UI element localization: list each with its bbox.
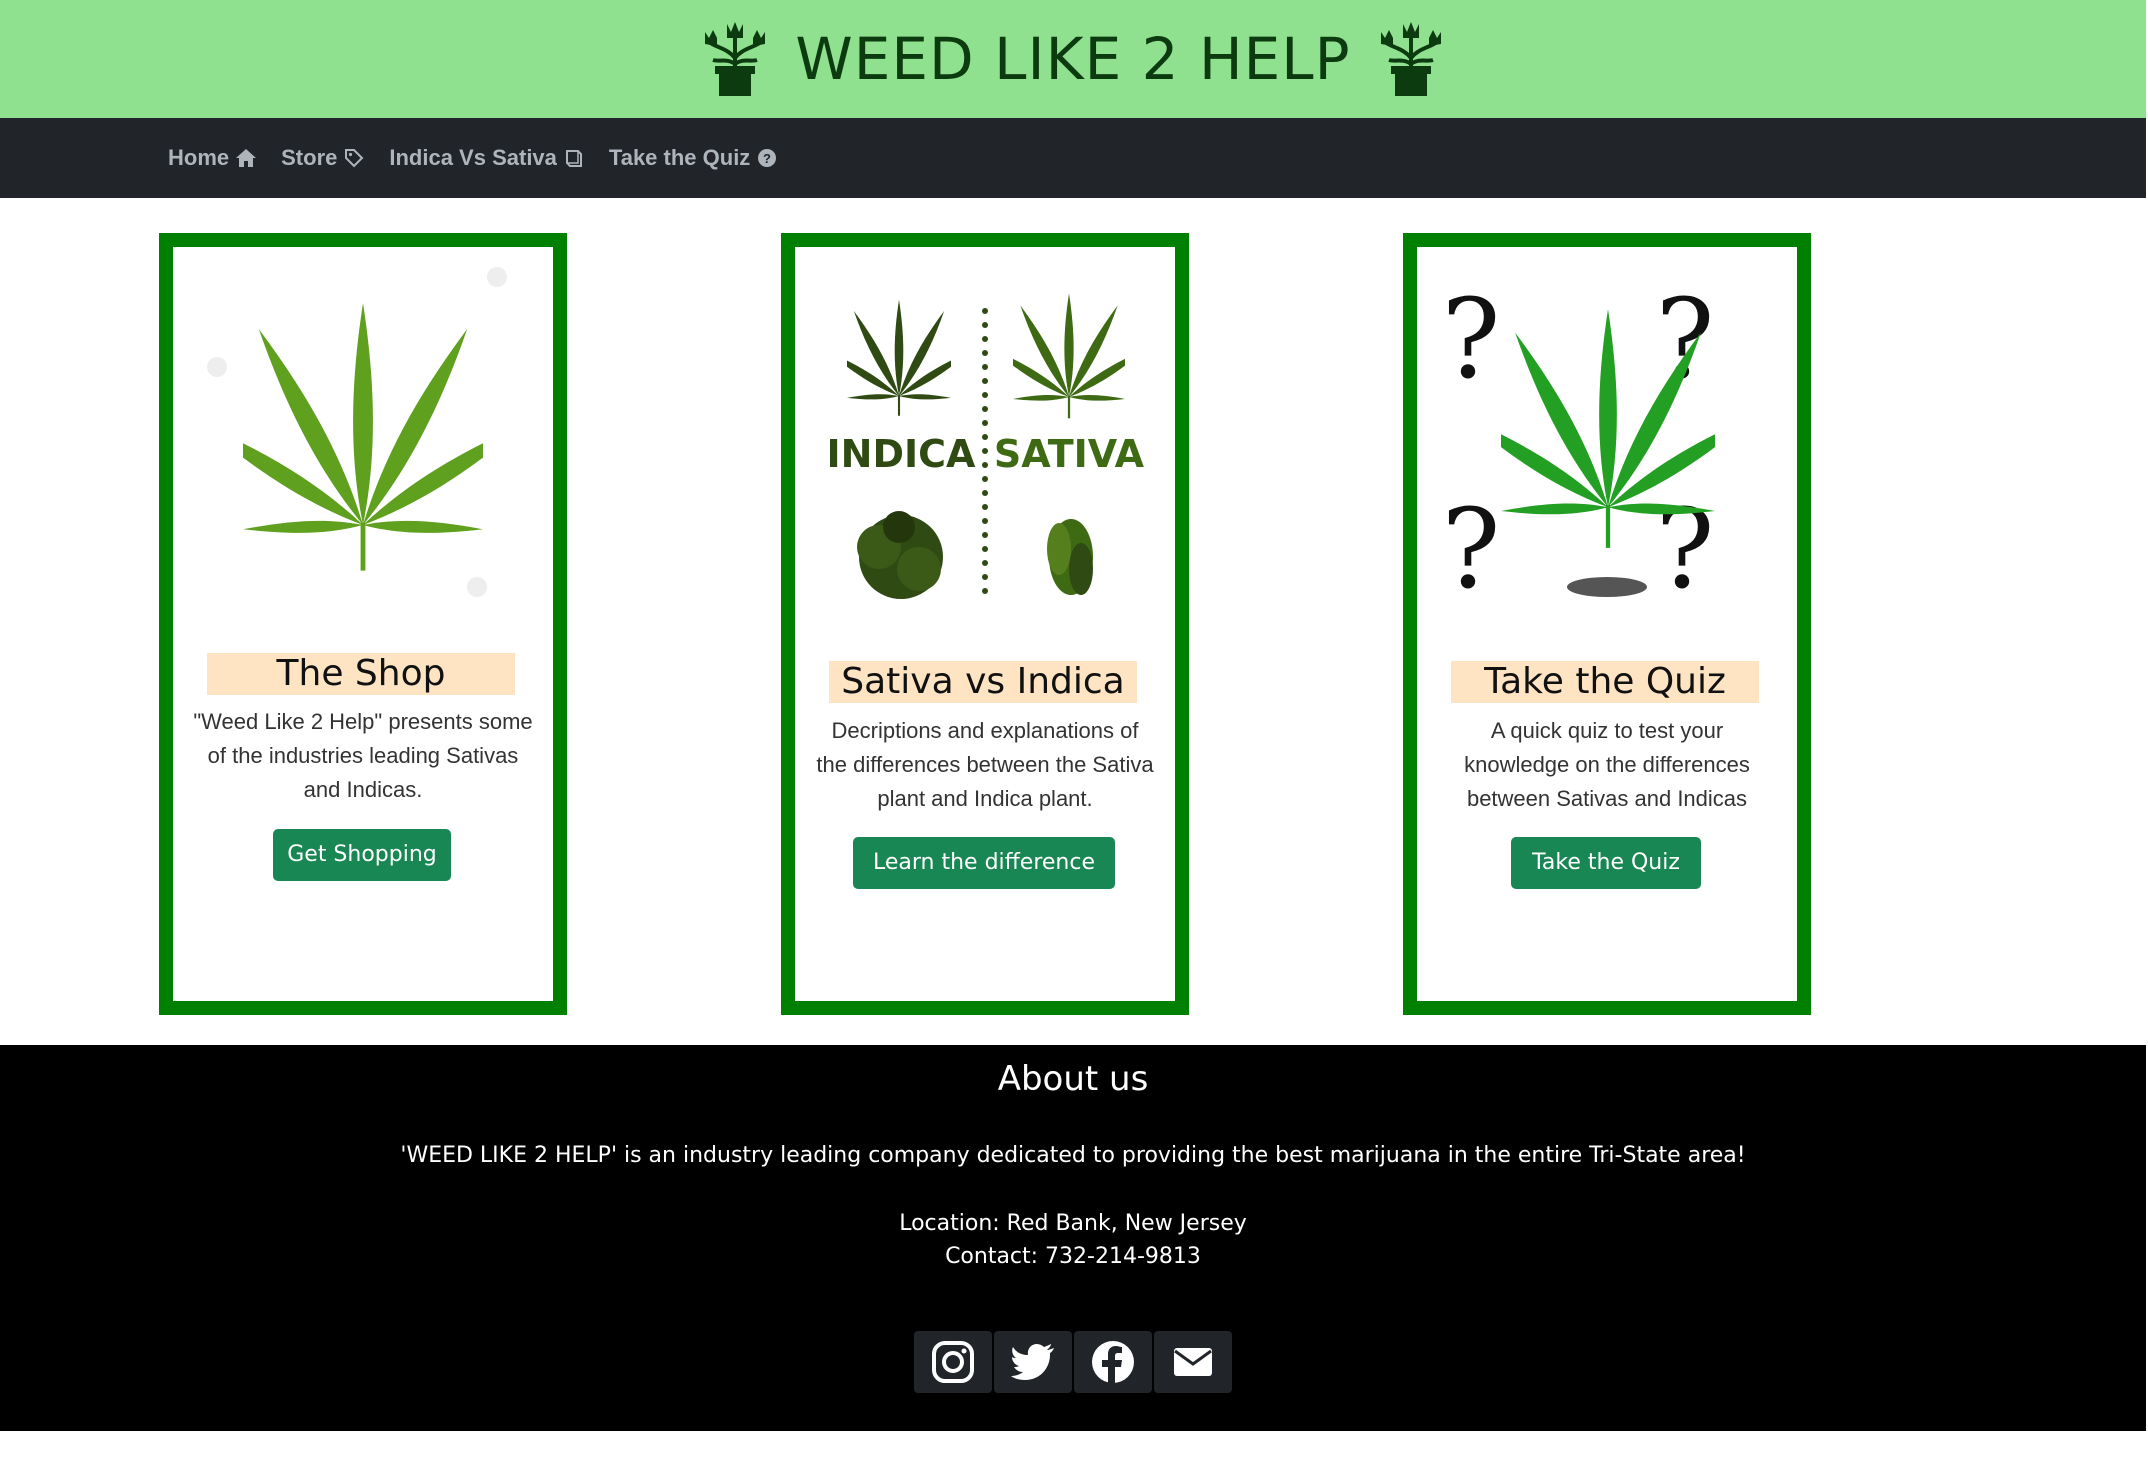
social-links [914, 1331, 1234, 1393]
nav-item-label: Take the Quiz [608, 145, 751, 170]
card-description: Decriptions and explanations of the diff… [816, 718, 1154, 811]
potted-plant-icon [1373, 18, 1449, 100]
card-title: Take the Quiz [1451, 661, 1759, 703]
twitter-button[interactable] [994, 1331, 1072, 1393]
card-description: A quick quiz to test your knowledge on t… [1464, 718, 1750, 811]
card-sativa-vs-indica: INDICA SATIVA Sativa vs Indica Decriptio… [781, 233, 1189, 1015]
card-title: Sativa vs Indica [829, 661, 1137, 703]
nav-item-home[interactable]: Home [168, 145, 257, 171]
svg-text:?: ? [1442, 485, 1501, 613]
cannabis-leaf-image [207, 267, 507, 597]
nav-item-store[interactable]: Store [281, 145, 365, 171]
nav-item-indica-vs-sativa[interactable]: Indica Vs Sativa [389, 145, 585, 171]
email-icon [1174, 1348, 1212, 1376]
card-shop: The Shop "Weed Like 2 Help" presents som… [159, 233, 567, 1015]
card-title: The Shop [207, 653, 515, 695]
svg-text:?: ? [1442, 275, 1501, 403]
card-description: "Weed Like 2 Help" presents some of the … [193, 709, 533, 802]
take-the-quiz-button[interactable]: Take the Quiz [1511, 837, 1701, 889]
nav-item-label: Indica Vs Sativa [389, 145, 557, 170]
site-title: WEED LIKE 2 HELP [795, 25, 1351, 93]
sativa-label: SATIVA [994, 432, 1145, 476]
learn-the-difference-button[interactable]: Learn the difference [853, 837, 1115, 889]
tag-icon [343, 147, 365, 169]
location-text: Location: Red Bank, New Jersey [899, 1211, 1247, 1236]
indica-sativa-comparison-image: INDICA SATIVA [827, 293, 1145, 599]
footer: About us 'WEED LIKE 2 HELP' is an indust… [0, 1045, 2146, 1431]
question-circle-icon: ? [756, 147, 778, 169]
svg-text:?: ? [1656, 275, 1715, 403]
indica-label: INDICA [827, 432, 977, 476]
facebook-icon [1092, 1341, 1134, 1383]
instagram-icon [932, 1341, 974, 1383]
email-button[interactable] [1154, 1331, 1232, 1393]
leaf-with-question-marks-image: ?? ?? [1442, 275, 1715, 613]
site-header: WEED LIKE 2 HELP [0, 0, 2146, 118]
nav-menu: Home Store Indica Vs Sativa Take the Qui… [168, 145, 802, 171]
get-shopping-button[interactable]: Get Shopping [273, 829, 451, 881]
contact-text: Contact: 732-214-9813 [945, 1244, 1201, 1269]
navbar: Home Store Indica Vs Sativa Take the Qui… [0, 118, 2146, 198]
nav-item-label: Home [168, 145, 230, 170]
home-icon [235, 147, 257, 169]
twitter-icon [1011, 1344, 1054, 1380]
nav-item-take-the-quiz[interactable]: Take the Quiz ? [609, 145, 778, 171]
potted-plant-icon [697, 18, 773, 100]
instagram-button[interactable] [914, 1331, 992, 1393]
book-icon [563, 147, 585, 169]
card-take-the-quiz: ?? ?? Take the Quiz A quick quiz to test… [1403, 233, 1811, 1015]
about-text: 'WEED LIKE 2 HELP' is an industry leadin… [400, 1143, 1746, 1168]
nav-item-label: Store [281, 145, 338, 170]
about-title: About us [997, 1059, 1149, 1099]
facebook-button[interactable] [1074, 1331, 1152, 1393]
svg-text:?: ? [763, 151, 771, 166]
